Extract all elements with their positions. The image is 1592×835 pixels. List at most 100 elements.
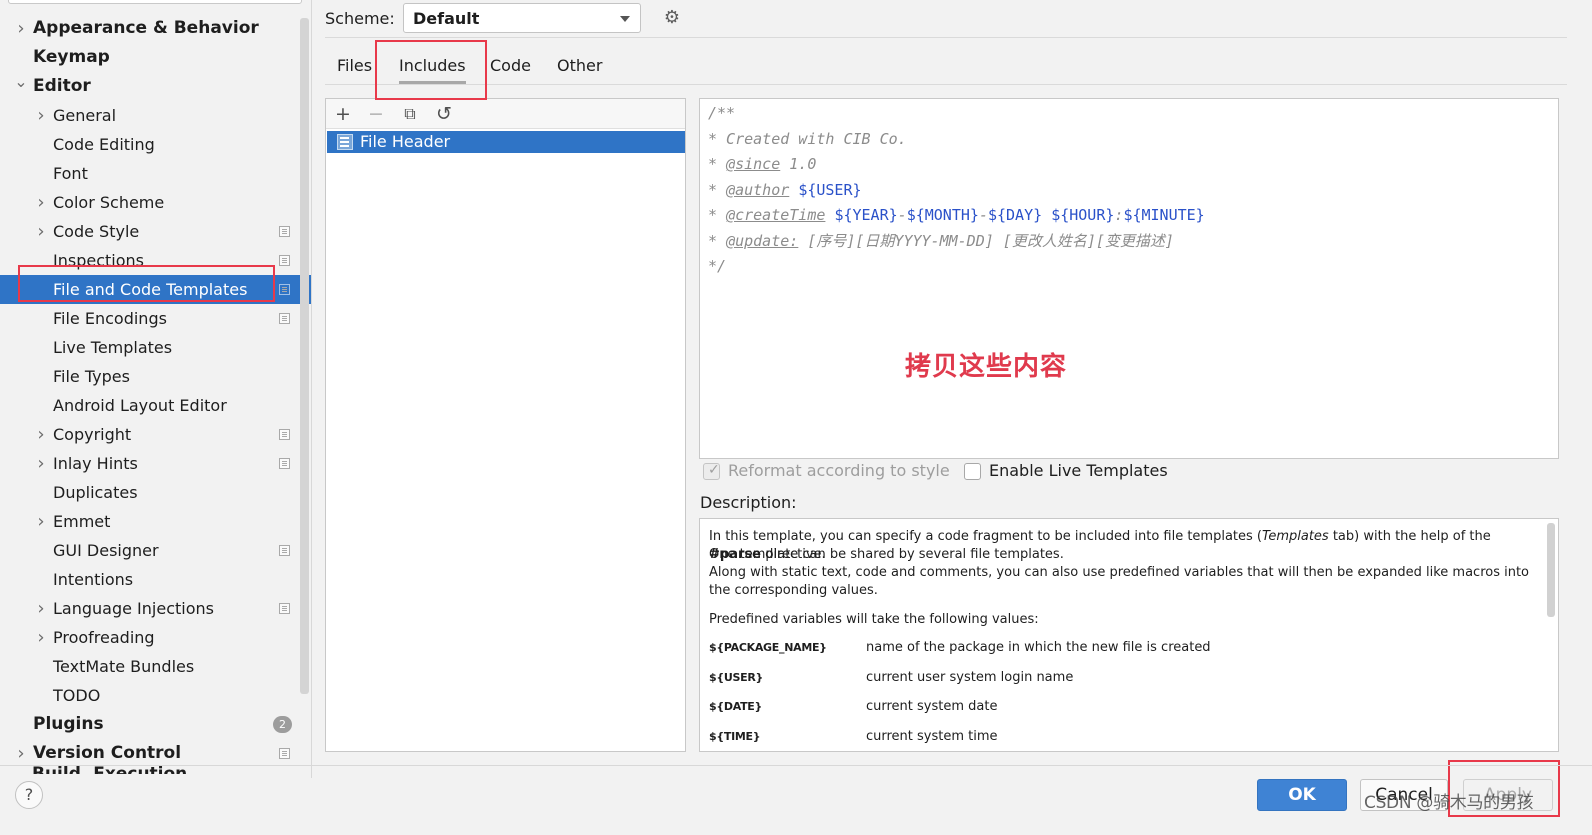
sidebar-item-gui-designer[interactable]: GUI Designer: [0, 536, 311, 565]
project-level-icon: [279, 284, 290, 295]
chevron-right-icon[interactable]: ›: [34, 507, 48, 536]
tab-code[interactable]: Code: [478, 52, 543, 82]
sidebar-item-color-scheme[interactable]: › Color Scheme: [0, 188, 311, 217]
copy-template-button[interactable]: ⧉: [398, 102, 422, 126]
chevron-right-icon[interactable]: ›: [14, 14, 28, 43]
chevron-right-icon[interactable]: ›: [14, 739, 28, 768]
comment-text: *: [708, 180, 727, 199]
comment-text: *: [708, 231, 727, 250]
reformat-label: Reformat according to style: [728, 461, 950, 480]
javadoc-tag: @author: [726, 180, 790, 199]
description-paragraph: One template can be shared by several fi…: [709, 547, 1064, 562]
sidebar-item-label: Duplicates: [53, 483, 138, 502]
sidebar-item-label: Color Scheme: [53, 193, 165, 212]
chevron-right-icon[interactable]: ›: [34, 420, 48, 449]
sidebar-item-emmet[interactable]: › Emmet: [0, 507, 311, 536]
sidebar-item-label: Editor: [33, 76, 91, 96]
sidebar-item-intentions[interactable]: Intentions: [0, 565, 311, 594]
code-line: * @update: [序号][日期YYYY-MM-DD] [更改人姓名][变更…: [708, 230, 1174, 252]
chevron-right-icon[interactable]: ›: [34, 449, 48, 478]
sidebar-item-keymap[interactable]: Keymap: [0, 43, 311, 72]
chevron-right-icon[interactable]: ›: [34, 594, 48, 623]
sidebar-item-code-editing[interactable]: Code Editing: [0, 130, 311, 159]
settings-search-input[interactable]: [8, 0, 302, 4]
comment-text: -: [897, 206, 907, 224]
header-divider: [325, 37, 1567, 38]
gear-icon[interactable]: ⚙: [662, 8, 682, 28]
sidebar-item-inspections[interactable]: Inspections: [0, 246, 311, 275]
template-list-toolbar: + − ⧉ ↺: [326, 99, 685, 129]
sidebar-item-proofreading[interactable]: › Proofreading: [0, 623, 311, 652]
chevron-right-icon[interactable]: ›: [34, 188, 48, 217]
tab-other[interactable]: Other: [545, 52, 614, 82]
tab-includes[interactable]: Includes: [387, 52, 478, 84]
chevron-right-icon[interactable]: ›: [34, 101, 48, 130]
sidebar-item-android-layout-editor[interactable]: Android Layout Editor: [0, 391, 311, 420]
template-list-item[interactable]: File Header: [327, 131, 685, 153]
javadoc-tag: @createTime: [726, 206, 826, 224]
sidebar-item-copyright[interactable]: › Copyright: [0, 420, 311, 449]
description-scrollbar[interactable]: [1547, 523, 1555, 617]
comment-text: 1.0: [780, 155, 817, 173]
sidebar-item-textmate-bundles[interactable]: TextMate Bundles: [0, 652, 311, 681]
sidebar-item-general[interactable]: › General: [0, 101, 311, 130]
check-icon: ✓: [708, 462, 720, 478]
sidebar-item-inlay-hints[interactable]: › Inlay Hints: [0, 449, 311, 478]
sidebar-item-label: TextMate Bundles: [53, 657, 195, 676]
reformat-checkbox[interactable]: ✓: [703, 462, 720, 480]
template-variable: ${YEAR}: [834, 206, 898, 224]
template-code-editor[interactable]: /** * Created with CIB Co. * @since 1.0 * @…: [699, 98, 1559, 459]
chevron-right-icon[interactable]: ›: [34, 623, 48, 652]
variable-name: ${DATE}: [709, 700, 763, 713]
bottom-divider: [0, 765, 1592, 766]
sidebar-item-file-types[interactable]: File Types: [0, 362, 311, 391]
reset-template-button[interactable]: ↺: [432, 102, 456, 126]
sidebar-item-file-encodings[interactable]: File Encodings: [0, 304, 311, 333]
sidebar-item-label: Appearance & Behavior: [33, 18, 259, 38]
sidebar-item-live-templates[interactable]: Live Templates: [0, 333, 311, 362]
comment-text: [1042, 206, 1051, 224]
remove-template-button[interactable]: −: [364, 102, 388, 126]
variable-description: current user system login name: [866, 669, 1074, 685]
description-paragraph: Along with static text, code and comment…: [709, 565, 1530, 598]
annotation-text: 拷贝这些内容: [905, 352, 1068, 382]
sidebar-item-file-and-code-templates[interactable]: File and Code Templates: [0, 275, 311, 304]
description-emphasis: Templates: [1262, 529, 1329, 544]
variable-name: ${PACKAGE_NAME}: [709, 641, 827, 654]
sidebar-item-partial: Build, Execution, Deployment: [32, 764, 194, 774]
project-level-icon: [279, 458, 290, 469]
enable-live-templates-checkbox[interactable]: [964, 463, 981, 480]
template-variable: ${HOUR}: [1051, 206, 1115, 224]
sidebar-item-appearance-behavior[interactable]: › Appearance & Behavior: [0, 14, 311, 43]
project-level-icon: [279, 545, 290, 556]
sidebar-item-editor[interactable]: ⌄ Editor: [0, 72, 311, 101]
javadoc-tag: @update:: [726, 231, 799, 250]
description-paragraph: Predefined variables will take the follo…: [709, 612, 1039, 627]
sidebar-scrollbar[interactable]: [300, 18, 309, 694]
tab-files[interactable]: Files: [325, 52, 384, 82]
chevron-right-icon[interactable]: ›: [34, 217, 48, 246]
sidebar-item-label: GUI Designer: [53, 541, 159, 560]
sidebar-item-duplicates[interactable]: Duplicates: [0, 478, 311, 507]
sidebar-item-todo[interactable]: TODO: [0, 681, 311, 710]
comment-text: *: [708, 155, 727, 173]
sidebar-item-font[interactable]: Font: [0, 159, 311, 188]
sidebar-item-label: File Encodings: [53, 309, 167, 328]
sidebar-item-language-injections[interactable]: › Language Injections: [0, 594, 311, 623]
plugins-count-badge: 2: [273, 716, 292, 733]
sidebar-item-label: Emmet: [53, 512, 111, 531]
template-list-panel: + − ⧉ ↺ File Header: [325, 98, 686, 752]
settings-sidebar: › Appearance & Behavior Keymap ⌄ Editor › Gene…: [0, 0, 312, 778]
sidebar-item-label: Android Layout Editor: [53, 396, 227, 415]
scheme-dropdown[interactable]: Default: [403, 3, 641, 33]
sidebar-item-plugins[interactable]: Plugins 2: [0, 710, 311, 739]
sidebar-item-code-style[interactable]: › Code Style: [0, 217, 311, 246]
sidebar-item-label: Intentions: [53, 570, 134, 589]
add-template-button[interactable]: +: [331, 102, 355, 126]
project-level-icon: [279, 429, 290, 440]
help-button[interactable]: ?: [15, 781, 43, 809]
ok-button[interactable]: OK: [1257, 779, 1347, 811]
chevron-down-icon[interactable]: ⌄: [14, 67, 28, 96]
chevron-down-icon: [620, 16, 630, 22]
description-panel: In this template, you can specify a code…: [699, 518, 1559, 752]
